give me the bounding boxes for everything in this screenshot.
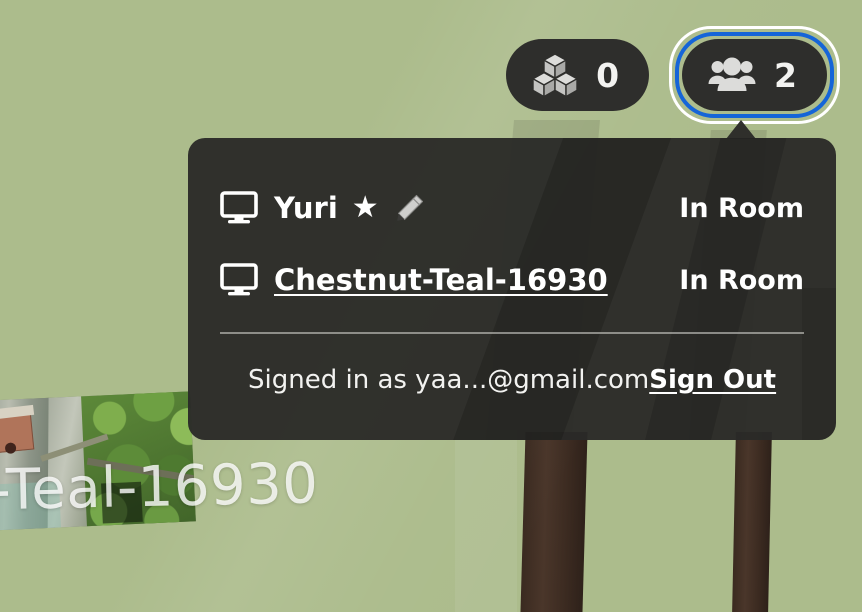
people-count-value: 2 xyxy=(774,55,797,95)
user-status: In Room xyxy=(679,192,804,224)
user-row-badges: ★ xyxy=(352,193,425,223)
people-button-focus-ring-inner: 2 xyxy=(675,32,834,118)
people-button-focus-ring: 2 xyxy=(669,26,840,124)
photo-birdhouse xyxy=(0,413,35,455)
background-room-name: t-Teal-16930 xyxy=(0,451,320,524)
people-count-button[interactable]: 2 xyxy=(682,39,827,111)
panel-caret xyxy=(726,120,756,139)
user-name-link[interactable]: Chestnut-Teal-16930 xyxy=(274,263,608,297)
cubes-icon xyxy=(532,53,578,97)
objects-count-button[interactable]: 0 xyxy=(506,39,650,111)
people-icon xyxy=(708,57,756,93)
monitor-icon xyxy=(220,263,274,297)
app-viewport: t-Teal-16930 0 2 Yuri ★ In Room Chestnut… xyxy=(0,0,862,612)
toolbar: 0 2 xyxy=(506,26,840,124)
panel-divider xyxy=(220,332,804,334)
user-name: Yuri xyxy=(274,191,338,225)
monitor-icon xyxy=(220,191,274,225)
people-panel: Yuri ★ In Room Chestnut-Teal-16930 In Ro… xyxy=(188,138,836,440)
user-status: In Room xyxy=(679,264,804,296)
sign-out-button[interactable]: Sign Out xyxy=(649,365,806,395)
user-row[interactable]: Yuri ★ In Room xyxy=(220,172,804,244)
signed-in-label: Signed in as yaa...@gmail.com xyxy=(248,365,650,395)
panel-backdrop-bleed-c xyxy=(802,288,836,440)
star-icon: ★ xyxy=(351,191,379,224)
user-row[interactable]: Chestnut-Teal-16930 In Room xyxy=(220,244,804,316)
pencil-icon[interactable] xyxy=(395,193,425,223)
panel-footer: Signed in as yaa...@gmail.com Sign Out xyxy=(220,348,804,412)
objects-count-value: 0 xyxy=(596,55,620,95)
